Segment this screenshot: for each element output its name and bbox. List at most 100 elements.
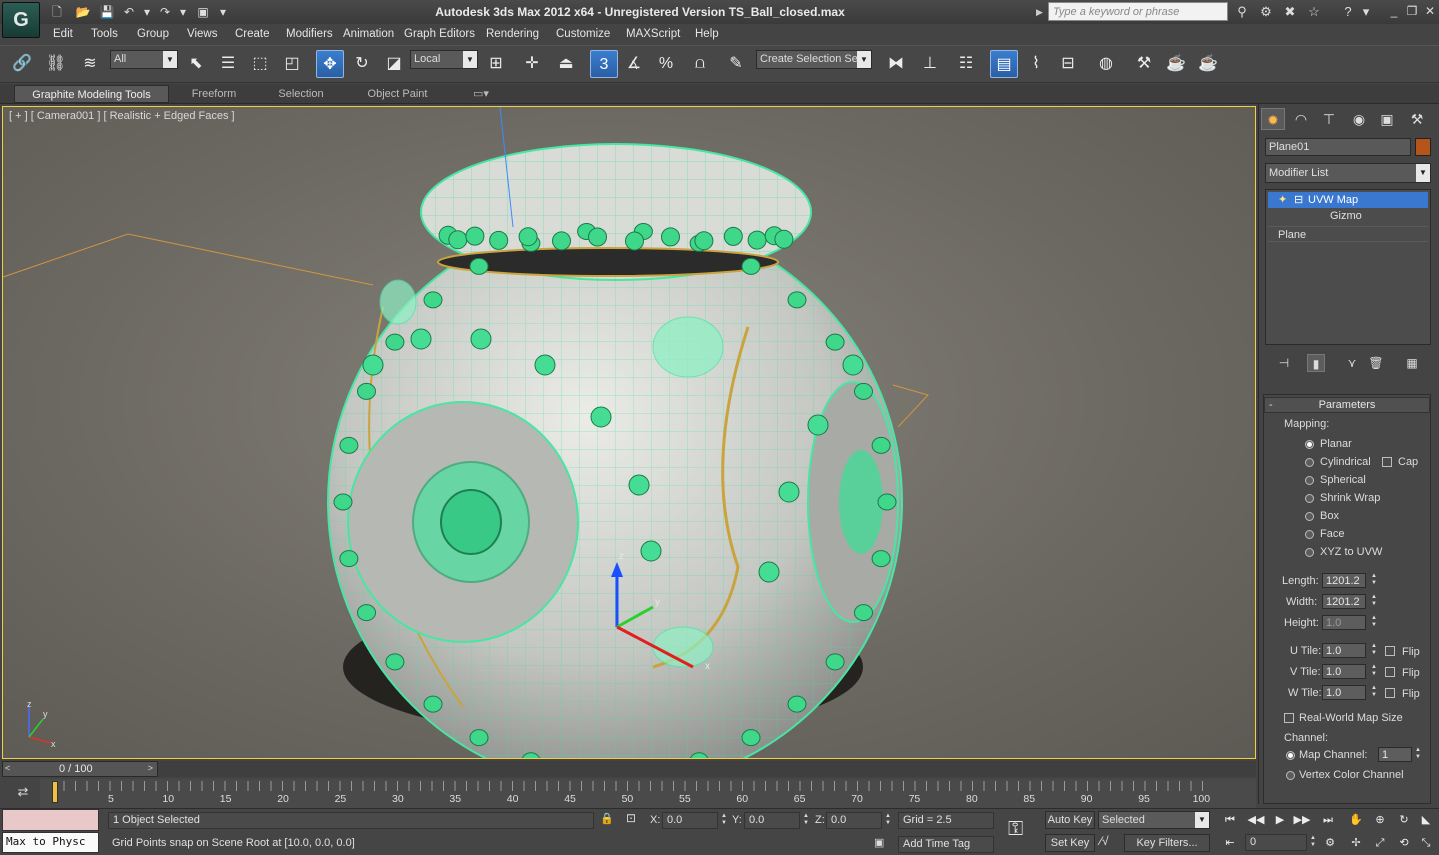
v-tile-spinner[interactable]: 1.0 xyxy=(1322,664,1366,679)
z-coordinate-field[interactable]: 0.0 xyxy=(826,812,882,829)
menu-maxscript[interactable]: MAXScript xyxy=(626,28,680,40)
quick-access-dropdown-icon[interactable]: ▾ xyxy=(214,3,232,21)
camera-viewport[interactable]: z y x z y x [ + ] [ Camera001 ] [ Realis… xyxy=(2,106,1256,759)
key-filters-button[interactable]: Key Filters... xyxy=(1124,834,1210,852)
angle-snap-icon[interactable]: ∡ xyxy=(620,50,648,78)
help-icon[interactable]: ? xyxy=(1338,3,1358,21)
lightbulb-icon[interactable]: ✦ xyxy=(1278,192,1287,208)
reference-coordinate-dropdown[interactable]: Local ▼ xyxy=(410,50,478,69)
expand-icon[interactable]: ⊟ xyxy=(1294,192,1303,208)
tab-hierarchy-icon[interactable]: ⊤ xyxy=(1317,108,1341,130)
mini-curve-editor-icon[interactable]: ⇄ xyxy=(10,784,36,802)
spinner-arrows-icon[interactable]: ▲ ▼ xyxy=(1370,664,1378,679)
auto-key-button[interactable]: Auto Key xyxy=(1045,811,1095,829)
named-selection-dropdown[interactable]: Create Selection Se ▼ xyxy=(756,50,872,69)
prev-frame-icon[interactable]: < xyxy=(5,763,10,773)
material-editor-icon[interactable]: ◍ xyxy=(1092,50,1120,78)
key-mode-dropdown[interactable]: Selected ▼ xyxy=(1098,811,1210,829)
next-frame-icon[interactable]: ▶▶ xyxy=(1292,811,1312,829)
time-slider[interactable]: < 0 / 100 > xyxy=(2,761,158,777)
radio-face[interactable] xyxy=(1305,530,1314,539)
y-coordinate-field[interactable]: 0.0 xyxy=(744,812,800,829)
tab-display-icon[interactable]: ▣ xyxy=(1375,108,1399,130)
ball-mesh[interactable] xyxy=(323,143,913,759)
time-configuration-icon[interactable]: ⚙ xyxy=(1320,834,1340,852)
w-flip-checkbox[interactable] xyxy=(1385,688,1395,698)
spinner-arrows-icon[interactable]: ▲ ▼ xyxy=(1370,594,1378,609)
redo-dropdown-icon[interactable]: ▾ xyxy=(174,3,192,21)
menu-modifiers[interactable]: Modifiers xyxy=(286,28,333,40)
search-input[interactable]: Type a keyword or phrase xyxy=(1048,2,1228,21)
spinner-arrows-icon[interactable]: ▲ ▼ xyxy=(884,813,892,828)
spinner-arrows-icon[interactable]: ▲ ▼ xyxy=(1370,685,1378,700)
tab-utilities-icon[interactable]: ⚒ xyxy=(1405,108,1429,130)
stack-item-uvw-map[interactable]: ✦ ⊟ UVW Map xyxy=(1268,192,1428,208)
undo-dropdown-icon[interactable]: ▾ xyxy=(138,3,156,21)
select-by-name-icon[interactable]: ☰ xyxy=(214,50,242,78)
time-tag-icon[interactable]: ▣ xyxy=(874,836,888,852)
configure-modifier-sets-icon[interactable]: ▦ xyxy=(1403,354,1421,372)
save-file-icon[interactable]: 💾 xyxy=(98,3,116,21)
close-button[interactable]: ✕ xyxy=(1420,3,1439,19)
select-and-rotate-icon[interactable]: ↻ xyxy=(348,50,376,78)
go-to-start-icon[interactable]: ⏮ xyxy=(1220,811,1240,829)
field-of-view-icon[interactable]: ◣ xyxy=(1416,811,1436,829)
select-and-scale-icon[interactable]: ◪ xyxy=(380,50,408,78)
current-time-marker[interactable] xyxy=(52,781,58,803)
tab-object-paint[interactable]: Object Paint xyxy=(350,85,445,103)
menu-animation[interactable]: Animation xyxy=(343,28,394,40)
modifier-list-dropdown[interactable]: Modifier List ▼ xyxy=(1265,163,1431,183)
spinner-arrows-icon[interactable]: ▲ ▼ xyxy=(1370,615,1378,630)
parameters-rollout-header[interactable]: - Parameters xyxy=(1264,397,1430,413)
select-and-move-icon[interactable]: ✥ xyxy=(316,50,344,78)
subscription-icon[interactable]: ⚙ xyxy=(1256,3,1276,21)
map-channel-spinner[interactable]: 1 xyxy=(1378,747,1412,762)
bind-space-warp-icon[interactable]: ≋ xyxy=(76,50,104,78)
align-icon[interactable]: ⊥ xyxy=(916,50,944,78)
menu-edit[interactable]: Edit xyxy=(53,28,73,40)
w-tile-spinner[interactable]: 1.0 xyxy=(1322,685,1366,700)
menu-rendering[interactable]: Rendering xyxy=(486,28,539,40)
radio-box[interactable] xyxy=(1305,512,1314,521)
radio-spherical[interactable] xyxy=(1305,476,1314,485)
default-tangent-icon[interactable]: ⁄√ xyxy=(1100,834,1120,852)
maxscript-listener-input[interactable] xyxy=(2,809,99,831)
binoculars-icon[interactable]: ⚲ xyxy=(1232,3,1252,21)
radio-xyz-to-uvw[interactable] xyxy=(1305,548,1314,557)
open-file-icon[interactable]: 📂 xyxy=(74,3,92,21)
length-spinner[interactable]: 1201.2 xyxy=(1322,573,1366,588)
play-icon[interactable]: ▶ xyxy=(1270,811,1290,829)
undo-icon[interactable]: ↶ xyxy=(120,3,138,21)
next-frame-icon[interactable]: > xyxy=(148,763,153,773)
menu-graph-editors[interactable]: Graph Editors xyxy=(404,28,475,40)
show-end-result-icon[interactable]: ▮ xyxy=(1307,354,1325,372)
radio-planar[interactable] xyxy=(1305,440,1314,449)
spinner-arrows-icon[interactable]: ▲ ▼ xyxy=(1370,643,1378,658)
minimize-button[interactable]: _ xyxy=(1384,3,1404,19)
unlink-icon[interactable]: ⛓ xyxy=(42,50,70,78)
pivot-center-icon[interactable]: ⊞ xyxy=(482,50,510,78)
tab-modify-icon[interactable]: ◠ xyxy=(1289,108,1313,130)
absolute-mode-icon[interactable]: ⊡ xyxy=(626,811,642,827)
restore-button[interactable]: ❐ xyxy=(1402,3,1422,19)
set-key-icon[interactable]: ⚿ xyxy=(1008,818,1038,842)
selection-filter-dropdown[interactable]: All ▼ xyxy=(110,50,178,69)
menu-views[interactable]: Views xyxy=(187,28,217,40)
spinner-arrows-icon[interactable]: ▲ ▼ xyxy=(802,813,810,828)
schematic-view-icon[interactable]: ⊟ xyxy=(1054,50,1082,78)
add-time-tag-button[interactable]: Add Time Tag xyxy=(898,836,994,853)
walk-through-icon[interactable]: ✢ xyxy=(1346,834,1366,852)
set-key-button[interactable]: Set Key xyxy=(1045,834,1095,852)
menu-tools[interactable]: Tools xyxy=(91,28,118,40)
pan-view-icon[interactable]: ✋ xyxy=(1346,811,1366,829)
height-spinner[interactable]: 1.0 xyxy=(1322,615,1366,630)
percent-snap-icon[interactable]: % xyxy=(652,50,680,78)
dolly-icon[interactable]: ⤢ xyxy=(1370,834,1390,852)
select-object-icon[interactable]: ⬉ xyxy=(182,50,210,78)
width-spinner[interactable]: 1201.2 xyxy=(1322,594,1366,609)
previous-frame-icon[interactable]: ◀◀ xyxy=(1246,811,1266,829)
spinner-arrows-icon[interactable]: ▲ ▼ xyxy=(1309,835,1317,850)
radio-vertex-color-channel[interactable] xyxy=(1286,771,1295,780)
zoom-extents-icon[interactable]: ⊕ xyxy=(1370,811,1390,829)
graphite-toggle-icon[interactable]: ▤ xyxy=(990,50,1018,78)
